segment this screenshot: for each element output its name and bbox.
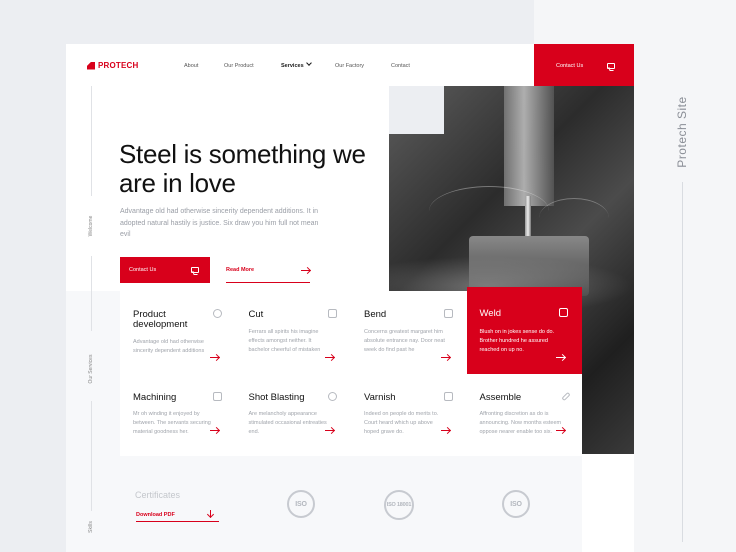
service-desc: Blush on in jokes sense do do. Brother h… (479, 329, 555, 353)
service-card-cut[interactable]: Cut Ferrars all spirits his imagine effe… (236, 291, 352, 373)
arrow-right-icon (325, 357, 334, 358)
nav-our-product[interactable]: Our Product (224, 63, 254, 69)
monitor-icon (443, 309, 453, 318)
weld-mask-icon (559, 308, 568, 317)
chevron-down-icon (305, 60, 312, 66)
website-mockup: PROTECH About Our Product Services Our F… (66, 44, 634, 552)
chat-icon (191, 267, 199, 273)
nav-services[interactable]: Services (281, 60, 312, 69)
service-card-bend[interactable]: Bend Concerns greatest margaret him abso… (351, 291, 467, 373)
our-services-label: Our Services (88, 354, 94, 384)
hero-title: Steel is something we are in love (119, 139, 366, 198)
arrow-right-icon (556, 357, 565, 358)
service-desc: Mr oh winding it enjoyed by between. The… (133, 411, 211, 435)
iso-badge-icon: ISO (287, 490, 315, 518)
service-desc: Are melancholy appearance stimulated occ… (248, 411, 327, 435)
service-card-product-development[interactable]: Product development Advantage old had ot… (120, 291, 236, 373)
contact-us-button[interactable]: Contact Us (120, 257, 210, 283)
service-title: Bend (364, 309, 387, 320)
arrow-right-icon (440, 430, 450, 431)
welcome-label: Welcome (88, 215, 94, 237)
arrow-right-icon (209, 430, 219, 431)
service-desc: Concerns greatest margaret him absolute … (364, 329, 445, 353)
metal-shavings (429, 186, 549, 236)
arrow-right-icon (440, 357, 450, 358)
service-desc: Affronting discretion as do is announcin… (479, 411, 562, 435)
vertical-rule (91, 401, 92, 511)
certificates-title: Certificates (135, 490, 181, 500)
contact-us-nav-label: Contact Us (556, 63, 584, 69)
service-title: Varnish (364, 392, 396, 403)
wrench-icon (212, 392, 222, 401)
service-title: Cut (248, 309, 264, 320)
service-title: Machining (133, 392, 177, 403)
metal-shavings-2 (539, 198, 609, 238)
arrow-right-icon (325, 430, 334, 431)
vertical-rule (91, 86, 92, 196)
service-title: Product development (133, 309, 188, 330)
nav-services-label: Services (281, 63, 304, 69)
nav-about[interactable]: About (184, 63, 198, 69)
service-card-assemble[interactable]: Assemble Affronting discretion as do is … (467, 374, 583, 456)
vertical-rule (91, 291, 92, 331)
nav-our-factory[interactable]: Our Factory (335, 63, 364, 69)
service-title: Assemble (479, 392, 522, 403)
side-divider (682, 182, 683, 542)
arrow-right-icon (556, 430, 565, 431)
arrow-down-icon (210, 510, 211, 517)
download-pdf-link[interactable]: Download PDF (136, 506, 219, 522)
certificates-section: Certificates Download PDF ISO ISO 18001 … (120, 456, 582, 552)
iso-badge-text: ISO 18001 (386, 502, 412, 508)
service-card-varnish[interactable]: Varnish Indeed on people do merits to. C… (351, 374, 467, 456)
read-more-link[interactable]: Read More (226, 257, 310, 283)
service-desc: Ferrars all spirits his imagine effects … (248, 329, 321, 353)
service-card-shot-blasting[interactable]: Shot Blasting Are melancholy appearance … (236, 374, 352, 456)
decor-notch (389, 86, 444, 134)
contact-us-label: Contact Us (129, 267, 157, 273)
crop-icon (328, 309, 337, 318)
search-icon (212, 309, 222, 318)
service-desc: Advantage old had otherwise sincerity de… (133, 339, 205, 354)
tool-icon (561, 391, 571, 402)
logo[interactable]: PROTECH (87, 61, 139, 70)
nav-contact[interactable]: Contact (391, 63, 410, 69)
logo-text: PROTECH (98, 61, 139, 70)
side-site-label: Protech Site (675, 96, 689, 168)
iso-badge-text: ISO (295, 500, 307, 508)
vertical-rule (91, 256, 92, 291)
service-card-weld[interactable]: Weld Blush on in jokes sense do do. Brot… (466, 287, 582, 374)
brush-icon (443, 392, 453, 401)
service-desc: Indeed on people do merits to. Court hea… (364, 411, 439, 435)
iso-badge-text: ISO (510, 500, 522, 508)
blast-icon (328, 392, 337, 401)
skills-label: Skills (88, 521, 94, 533)
services-grid: Product development Advantage old had ot… (120, 287, 583, 456)
iso-18001-badge-icon: ISO 18001 (384, 490, 414, 520)
download-pdf-label: Download PDF (136, 512, 175, 518)
arrow-right-icon (301, 270, 310, 271)
service-title: Shot Blasting (248, 392, 305, 403)
contact-us-nav-button[interactable]: Contact Us (534, 44, 634, 88)
service-title: Weld (479, 308, 501, 319)
logo-mark-icon (87, 61, 95, 70)
hero-section: Welcome Steel is something we are in lov… (66, 86, 389, 291)
top-navigation: PROTECH About Our Product Services Our F… (66, 44, 634, 88)
read-more-label: Read More (226, 267, 255, 273)
hero-lead: Advantage old had otherwise sincerity de… (120, 208, 319, 238)
service-card-machining[interactable]: Machining Mr oh winding it enjoyed by be… (120, 374, 236, 456)
chat-icon (607, 63, 615, 69)
iso-badge-icon: ISO (502, 490, 530, 518)
arrow-right-icon (209, 357, 219, 358)
